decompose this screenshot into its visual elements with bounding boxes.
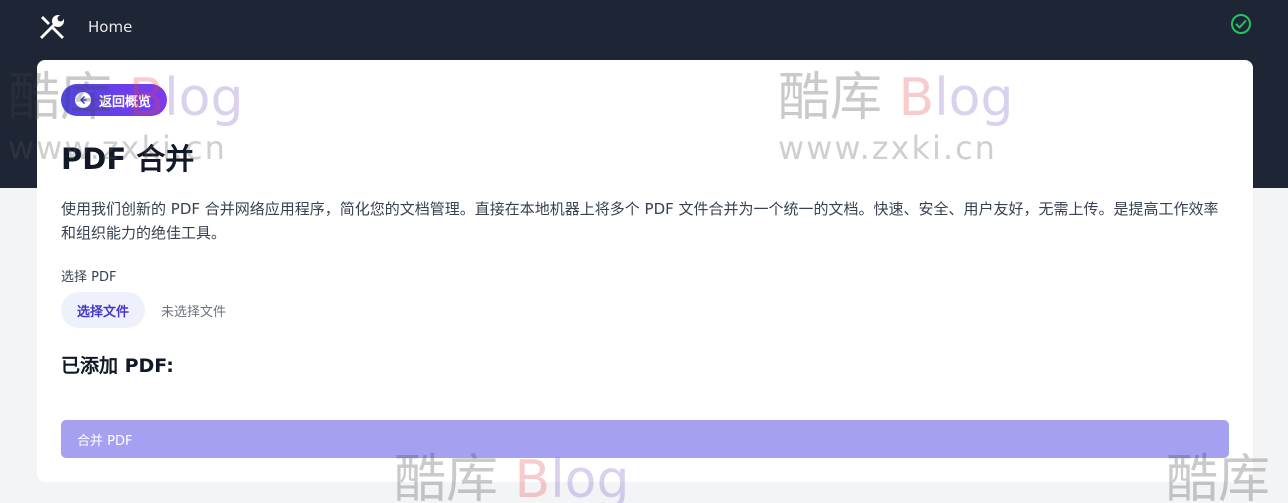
check-circle-icon <box>1231 14 1251 34</box>
select-pdf-label: 选择 PDF <box>61 270 117 285</box>
choose-file-button[interactable]: 选择文件 <box>61 292 146 328</box>
no-file-selected-text: 未选择文件 <box>161 304 227 320</box>
back-to-overview-button[interactable]: 返回概览 <box>61 84 168 116</box>
file-input[interactable]: 选择文件 未选择文件 <box>61 292 226 328</box>
back-button-label: 返回概览 <box>99 94 152 110</box>
page-description: 使用我们创新的 PDF 合并网络应用程序，简化您的文档管理。直接在本地机器上将多… <box>61 200 1219 242</box>
arrow-left-circle-icon <box>75 92 91 108</box>
home-link[interactable]: Home <box>88 17 132 37</box>
tools-icon[interactable] <box>37 12 67 42</box>
page-title: PDF 合并 <box>61 142 195 176</box>
merge-pdf-button[interactable]: 合并 PDF <box>61 420 1229 458</box>
added-pdfs-heading: 已添加 PDF: <box>61 355 174 377</box>
pdf-merge-card: 返回概览 PDF 合并 使用我们创新的 PDF 合并网络应用程序，简化您的文档管… <box>37 60 1253 482</box>
